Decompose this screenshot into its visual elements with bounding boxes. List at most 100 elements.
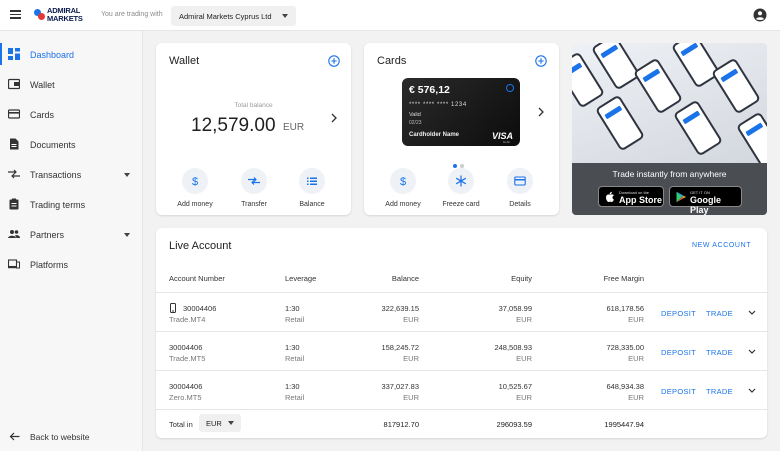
freeze-card-button[interactable]: Freeze card — [431, 168, 491, 208]
company-select[interactable]: Admiral Markets Cyprus Ltd — [171, 6, 296, 26]
credit-card-icon — [8, 109, 20, 119]
phone-icon — [170, 303, 176, 313]
menu-icon[interactable] — [10, 10, 21, 19]
expand-row-icon[interactable] — [748, 349, 756, 355]
google-play-big: Google Play — [690, 195, 721, 215]
total-currency-select[interactable]: EUR — [199, 414, 241, 432]
equity-value: 248,508.93 — [494, 343, 532, 352]
free-margin-currency: EUR — [628, 354, 644, 363]
wallet-title: Wallet — [169, 55, 200, 67]
total-free-margin: 1995447.94 — [604, 420, 644, 429]
document-icon — [10, 138, 19, 150]
sidebar-item-cards[interactable]: Cards — [0, 101, 143, 127]
svg-text:$: $ — [192, 176, 198, 187]
equity-value: 10,525.67 — [498, 382, 532, 391]
app-store-button[interactable]: Download on the App Store — [598, 186, 664, 207]
column-header-leverage: Leverage — [285, 274, 317, 283]
balance-value: 337,027.83 — [381, 382, 419, 391]
action-label: Balance — [299, 201, 325, 208]
wallet-icon — [8, 78, 20, 90]
leverage: 1:30 — [285, 343, 300, 352]
trade-button[interactable]: TRADE — [706, 348, 733, 357]
expand-row-icon[interactable] — [748, 388, 756, 394]
account-number: 30004406 — [169, 343, 203, 352]
cards-add-money-button[interactable]: $ Add money — [373, 168, 433, 208]
live-account-title: Live Account — [169, 240, 232, 252]
contactless-icon — [506, 84, 514, 92]
trade-button[interactable]: TRADE — [706, 387, 733, 396]
action-label: Add money — [177, 201, 213, 208]
free-margin-value: 648,934.38 — [606, 382, 644, 391]
sidebar-item-documents[interactable]: Documents — [0, 131, 143, 157]
account-number: 30004406 — [183, 304, 217, 313]
google-play-button[interactable]: GET IT ON Google Play — [669, 186, 742, 215]
transfer-icon — [248, 177, 260, 185]
new-account-button[interactable]: NEW ACCOUNT — [692, 242, 751, 249]
account-type: Trade.MT5 — [169, 354, 206, 363]
chevron-down-icon — [124, 233, 130, 237]
sidebar-item-label: Cards — [30, 110, 55, 120]
sidebar-item-platforms[interactable]: Platforms — [0, 251, 143, 277]
card-expiry: 02/23 — [409, 120, 422, 126]
leverage-type: Retail — [285, 315, 305, 324]
action-label: Transfer — [241, 201, 267, 208]
column-header-free-margin: Free Margin — [603, 274, 644, 283]
free-margin-value: 728,335.00 — [606, 343, 644, 352]
chevron-down-icon — [228, 421, 234, 425]
balance-value: 158,245.72 — [381, 343, 419, 352]
add-circle-icon[interactable] — [328, 55, 340, 67]
back-to-website-link[interactable]: Back to website — [0, 427, 143, 447]
trade-button[interactable]: TRADE — [706, 309, 733, 318]
expand-row-icon[interactable] — [748, 310, 756, 316]
app-store-big: App Store — [619, 195, 663, 205]
arrow-left-icon — [9, 432, 20, 441]
top-bar: ADMIRAL MARKETS You are trading with Adm… — [0, 0, 780, 31]
svg-text:$: $ — [400, 176, 406, 187]
column-header-equity: Equity — [511, 274, 532, 283]
trading-with-label: You are trading with — [101, 11, 163, 18]
google-play-icon — [676, 191, 686, 203]
credit-card[interactable]: € 576,12 **** **** **** 1234 Valid 02/23… — [402, 78, 520, 146]
deposit-button[interactable]: DEPOSIT — [661, 387, 696, 396]
free-margin-value: 618,178.56 — [606, 304, 644, 313]
wallet-transfer-button[interactable]: Transfer — [224, 168, 284, 208]
sidebar-item-label: Dashboard — [30, 50, 75, 60]
card-icon — [514, 176, 526, 186]
equity-currency: EUR — [516, 315, 532, 324]
account-circle-icon[interactable] — [753, 8, 767, 22]
card-amount: € 576,12 — [409, 84, 450, 96]
deposit-button[interactable]: DEPOSIT — [661, 309, 696, 318]
divider — [156, 292, 767, 293]
sidebar-item-dashboard[interactable]: Dashboard — [0, 41, 143, 67]
leverage: 1:30 — [285, 382, 300, 391]
add-circle-icon[interactable] — [535, 55, 547, 67]
people-icon — [8, 230, 20, 238]
free-margin-currency: EUR — [628, 315, 644, 324]
chevron-down-icon — [124, 173, 130, 177]
chevron-right-icon[interactable] — [537, 107, 545, 117]
sidebar-item-label: Trading terms — [30, 200, 86, 210]
card-valid-label: Valid — [409, 112, 421, 118]
card-number: **** **** **** 1234 — [409, 102, 467, 108]
divider — [156, 370, 767, 371]
logo-line2: MARKETS — [47, 14, 83, 23]
deposit-button[interactable]: DEPOSIT — [661, 348, 696, 357]
column-header-account-number: Account Number — [169, 274, 225, 283]
total-balance: 817912.70 — [383, 420, 419, 429]
wallet-add-money-button[interactable]: $ Add money — [165, 168, 225, 208]
wallet-balance-button[interactable]: Balance — [282, 168, 342, 208]
live-account-panel: Live Account NEW ACCOUNT Account Number … — [156, 228, 767, 438]
balance-currency: EUR — [403, 315, 419, 324]
sidebar-item-partners[interactable]: Partners — [0, 221, 143, 247]
sidebar-item-transactions[interactable]: Transactions — [0, 161, 143, 187]
mobile-app-promo[interactable]: Trade instantly from anywhere Download o… — [572, 43, 767, 215]
leverage: 1:30 — [285, 304, 300, 313]
admiral-markets-logo[interactable]: ADMIRAL MARKETS — [34, 7, 90, 25]
chevron-right-icon[interactable] — [330, 113, 338, 123]
total-equity: 296093.59 — [496, 420, 532, 429]
sidebar-item-trading-terms[interactable]: Trading terms — [0, 191, 143, 217]
sidebar-item-wallet[interactable]: Wallet — [0, 71, 143, 97]
card-details-button[interactable]: Details — [490, 168, 550, 208]
sidebar-item-label: Documents — [30, 140, 76, 150]
transactions-icon — [8, 169, 20, 179]
